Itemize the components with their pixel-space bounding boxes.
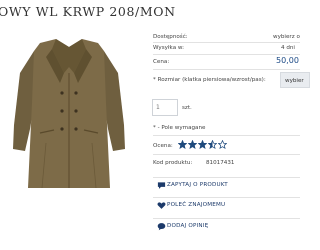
star-icon[interactable] xyxy=(178,140,187,149)
divider xyxy=(153,42,300,43)
availability-value: wybierz o xyxy=(273,34,300,40)
divider xyxy=(153,135,300,136)
size-label: * Rozmiar (klatka piersiowa/wzrost/pas): xyxy=(153,77,266,83)
quantity-input[interactable]: 1 xyxy=(152,99,178,116)
size-select[interactable]: wybier xyxy=(280,72,310,88)
ask-about-product-label: ZAPYTAJ O PRODUKT xyxy=(167,182,228,188)
star-icon[interactable] xyxy=(188,140,197,149)
add-review-button[interactable]: DODAJ OPINIĘ xyxy=(153,218,300,236)
ask-about-product-button[interactable]: ZAPYTAJ O PRODUKT xyxy=(153,177,300,195)
product-image[interactable] xyxy=(0,33,138,193)
availability-label: Dostępność: xyxy=(153,34,188,40)
price-label: Cena: xyxy=(153,59,170,65)
recommend-to-friend-label: POLEĆ ZNAJOMEMU xyxy=(167,202,226,208)
quantity-unit: szt. xyxy=(182,105,192,111)
product-code-label: Kod produktu: xyxy=(153,160,193,166)
shipping-label: Wysyłka w: xyxy=(153,45,185,51)
heart-icon xyxy=(157,202,166,209)
star-icon[interactable] xyxy=(218,140,227,149)
product-code-value: 81017431 xyxy=(206,160,235,166)
required-note: * - Pole wymagane xyxy=(153,125,206,131)
star-icon[interactable] xyxy=(198,140,207,149)
coat-image xyxy=(13,39,125,189)
divider xyxy=(153,54,300,55)
product-title: OWY WL KRWP 208/MON xyxy=(0,4,176,19)
star-icon[interactable] xyxy=(208,140,217,149)
divider xyxy=(153,69,300,70)
divider xyxy=(153,154,300,155)
rating-label: Ocena: xyxy=(153,143,173,149)
price-value: 50,00 xyxy=(276,56,299,65)
chat-icon xyxy=(157,182,166,189)
recommend-to-friend-button[interactable]: POLEĆ ZNAJOMEMU xyxy=(153,197,300,215)
shipping-value: 4 dni xyxy=(281,45,295,51)
rating-stars[interactable] xyxy=(178,140,227,149)
comment-icon xyxy=(157,223,166,231)
add-review-label: DODAJ OPINIĘ xyxy=(167,223,209,229)
